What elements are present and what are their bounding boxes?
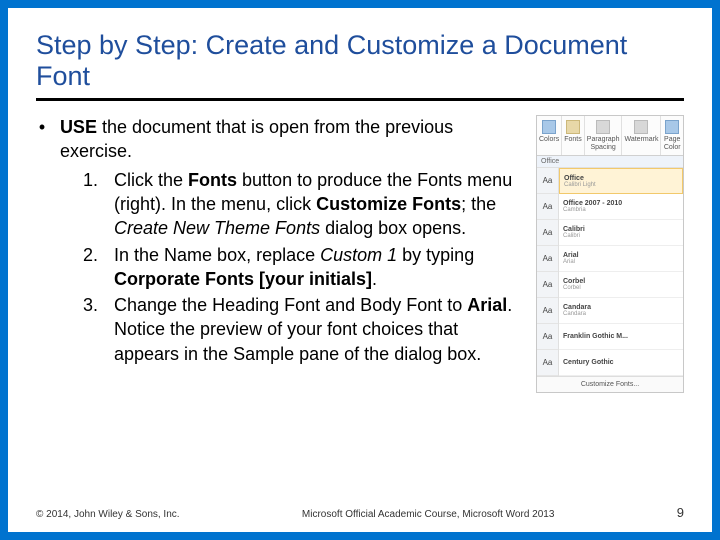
list-item: 3. Change the Heading Font and Body Font… — [76, 293, 528, 366]
aa-icon: Aa — [537, 246, 558, 272]
page-number: 9 — [677, 505, 684, 520]
step-body: In the Name box, replace Custom 1 by typ… — [114, 243, 528, 292]
fonts-menu-screenshot: Colors Fonts Paragraph Spacing Watermark… — [536, 115, 684, 393]
bullet-dot: • — [36, 115, 48, 164]
menu-items: OfficeCalibri Light Office 2007 - 2010Ca… — [559, 168, 683, 376]
lead-rest: the document that is open from the previ… — [60, 117, 453, 161]
footer: © 2014, John Wiley & Sons, Inc. Microsof… — [36, 505, 684, 520]
slide-title: Step by Step: Create and Customize a Doc… — [36, 30, 684, 92]
menu-item-selected: OfficeCalibri Light — [559, 168, 683, 194]
step-number: 3. — [76, 293, 98, 366]
step-number: 2. — [76, 243, 98, 292]
copyright: © 2014, John Wiley & Sons, Inc. — [36, 509, 180, 520]
menu-item: Office 2007 - 2010Cambria — [559, 194, 683, 220]
aa-icon: Aa — [537, 194, 558, 220]
slide: Step by Step: Create and Customize a Doc… — [8, 8, 712, 532]
list-item: 1. Click the Fonts button to produce the… — [76, 168, 528, 241]
step-number: 1. — [76, 168, 98, 241]
customize-fonts-link: Customize Fonts... — [537, 376, 683, 392]
menu-header: Office — [537, 156, 683, 168]
menu-item: ArialArial — [559, 246, 683, 272]
step-body: Click the Fonts button to produce the Fo… — [114, 168, 528, 241]
content-row: • USE the document that is open from the… — [36, 115, 684, 393]
lead-use: USE — [60, 117, 97, 137]
menu-body: Aa Aa Aa Aa Aa Aa Aa Aa OfficeCalibri Li… — [537, 168, 683, 376]
menu-item: CorbelCorbel — [559, 272, 683, 298]
aa-icon: Aa — [537, 220, 558, 246]
menu-item: Franklin Gothic M... — [559, 324, 683, 350]
lead-text: USE the document that is open from the p… — [60, 115, 528, 164]
menu-item: CalibriCalibri — [559, 220, 683, 246]
aa-icon: Aa — [537, 298, 558, 324]
ribbon-colors: Colors — [537, 116, 562, 155]
step-body: Change the Heading Font and Body Font to… — [114, 293, 528, 366]
ribbon-paragraph: Paragraph Spacing — [585, 116, 623, 155]
ribbon-watermark: Watermark — [622, 116, 661, 155]
list-item: 2. In the Name box, replace Custom 1 by … — [76, 243, 528, 292]
screenshot-column: Colors Fonts Paragraph Spacing Watermark… — [536, 115, 684, 393]
aa-icon: Aa — [537, 350, 558, 376]
text-column: • USE the document that is open from the… — [36, 115, 528, 393]
course-name: Microsoft Official Academic Course, Micr… — [302, 509, 555, 520]
ribbon-row: Colors Fonts Paragraph Spacing Watermark… — [537, 116, 683, 156]
title-rule — [36, 98, 684, 101]
step-list: 1. Click the Fonts button to produce the… — [76, 168, 528, 366]
aa-icon: Aa — [537, 168, 558, 194]
ribbon-fonts: Fonts — [562, 116, 585, 155]
menu-item: Century Gothic — [559, 350, 683, 376]
menu-item: CandaraCandara — [559, 298, 683, 324]
ribbon-page-color: Page Color — [661, 116, 683, 155]
menu-aa-column: Aa Aa Aa Aa Aa Aa Aa Aa — [537, 168, 559, 376]
lead-line: • USE the document that is open from the… — [36, 115, 528, 164]
aa-icon: Aa — [537, 272, 558, 298]
aa-icon: Aa — [537, 324, 558, 350]
